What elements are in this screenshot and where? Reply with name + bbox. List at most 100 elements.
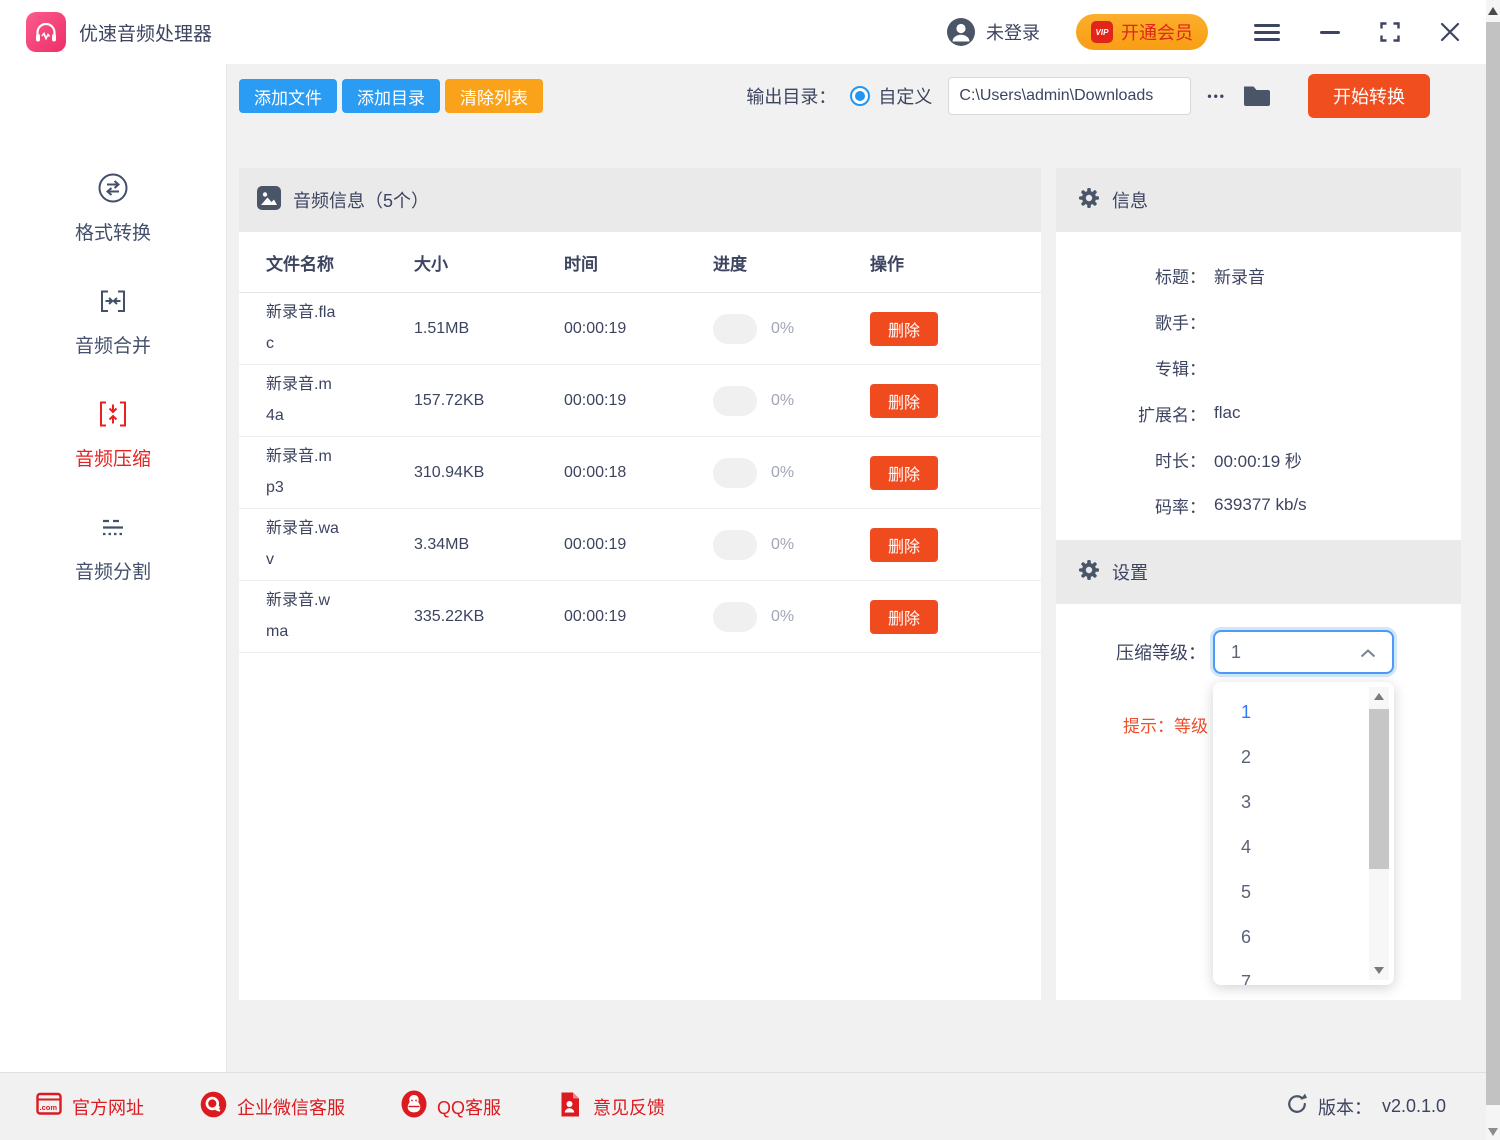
progress-percent: 0% [771, 608, 794, 626]
refresh-icon[interactable] [1286, 1093, 1308, 1120]
dropdown-option[interactable]: 3 [1213, 780, 1394, 825]
output-path-input[interactable] [948, 77, 1191, 115]
browse-more-button[interactable]: ••• [1201, 88, 1232, 104]
open-folder-icon[interactable] [1242, 82, 1272, 111]
file-size: 157.72KB [414, 392, 564, 410]
chevron-up-icon [1360, 642, 1376, 663]
scroll-down-icon[interactable] [1488, 1128, 1498, 1136]
delete-button[interactable]: 删除 [870, 600, 938, 634]
title-bar: 优速音频处理器 未登录 VIP 开通会员 [0, 0, 1486, 64]
gear-icon [1078, 187, 1100, 214]
clear-list-button[interactable]: 清除列表 [445, 79, 543, 113]
right-panel: 信息 标题：新录音 歌手： 专辑： 扩展名：flac 时长：00:00:19 秒… [1056, 168, 1461, 1000]
file-name: 新录音.wma [266, 586, 340, 647]
delete-button[interactable]: 删除 [870, 528, 938, 562]
sidebar-item-format-convert[interactable]: 格式转换 [69, 170, 157, 246]
progress-percent: 0% [771, 392, 794, 410]
field-label: 歌手： [1056, 309, 1206, 334]
minimize-button[interactable] [1320, 31, 1340, 34]
field-label: 时长： [1056, 447, 1206, 472]
sidebar-item-label: 音频压缩 [75, 444, 151, 471]
sidebar: 格式转换 音频合并 [0, 64, 227, 1072]
progress-bar [713, 530, 757, 560]
audio-info-panel: 音频信息（5个） 文件名称 大小 时间 进度 操作 新录音.flac 1.51M… [239, 168, 1041, 1000]
panel-title: 音频信息（5个） [293, 187, 429, 213]
file-time: 00:00:19 [564, 536, 713, 554]
login-status[interactable]: 未登录 [986, 19, 1040, 45]
sidebar-item-audio-split[interactable]: 音频分割 [69, 509, 157, 585]
user-avatar-icon[interactable] [946, 17, 976, 47]
progress-bar [713, 458, 757, 488]
dropdown-option[interactable]: 2 [1213, 735, 1394, 780]
delete-button[interactable]: 删除 [870, 312, 938, 346]
app-logo-headphone-icon [26, 12, 66, 52]
wechat-icon [200, 1091, 227, 1123]
dropdown-option[interactable]: 4 [1213, 825, 1394, 870]
svg-text:.com: .com [40, 1103, 58, 1112]
footer-link-label: 企业微信客服 [237, 1094, 345, 1120]
field-value: 新录音 [1214, 263, 1265, 288]
col-time: 时间 [564, 250, 713, 275]
window-scrollbar[interactable] [1486, 0, 1500, 1140]
scrollbar-thumb[interactable] [1486, 22, 1500, 1105]
dropdown-option[interactable]: 5 [1213, 870, 1394, 915]
vip-icon: VIP [1091, 21, 1113, 43]
dropdown-option[interactable]: 1 [1213, 690, 1394, 735]
field-value: flac [1214, 403, 1240, 423]
table-header: 文件名称 大小 时间 进度 操作 [239, 232, 1041, 293]
version-label: 版本： [1318, 1094, 1372, 1120]
settings-panel-header: 设置 [1056, 540, 1461, 604]
audio-compress-icon [96, 397, 130, 434]
feedback-link[interactable]: 意见反馈 [551, 1090, 671, 1124]
field-label: 专辑： [1056, 355, 1206, 380]
qq-icon [401, 1090, 427, 1123]
footer-link-label: QQ客服 [437, 1094, 501, 1120]
vip-label: 开通会员 [1121, 19, 1193, 45]
dropdown-option[interactable]: 7 [1213, 960, 1394, 985]
close-button[interactable] [1440, 22, 1460, 42]
official-site-link[interactable]: .com 官方网址 [30, 1090, 150, 1123]
maximize-button[interactable] [1380, 22, 1400, 42]
audio-info-icon [257, 186, 281, 215]
version-value: v2.0.1.0 [1382, 1096, 1446, 1117]
menu-icon[interactable] [1254, 24, 1280, 41]
add-directory-button[interactable]: 添加目录 [342, 79, 440, 113]
delete-button[interactable]: 删除 [870, 456, 938, 490]
scroll-up-icon[interactable] [1488, 7, 1498, 15]
dropdown-scrollbar-thumb[interactable] [1369, 709, 1389, 869]
info-panel-header: 信息 [1056, 168, 1461, 232]
selected-level-value: 1 [1231, 642, 1241, 663]
scroll-up-icon[interactable] [1374, 693, 1384, 700]
file-size: 3.34MB [414, 536, 564, 554]
sidebar-item-audio-compress[interactable]: 音频压缩 [69, 396, 157, 472]
sidebar-item-label: 音频合并 [75, 331, 151, 358]
info-fields: 标题：新录音 歌手： 专辑： 扩展名：flac 时长：00:00:19 秒 码率… [1056, 252, 1461, 528]
output-dir-label: 输出目录： [746, 83, 836, 109]
file-size: 1.51MB [414, 320, 564, 338]
table-row: 新录音.flac 1.51MB 00:00:19 0% 删除 [239, 293, 1041, 365]
dropdown-option[interactable]: 6 [1213, 915, 1394, 960]
progress-percent: 0% [771, 536, 794, 554]
sidebar-item-audio-merge[interactable]: 音频合并 [69, 283, 157, 359]
custom-dir-radio[interactable] [850, 86, 870, 106]
file-name: 新录音.wav [266, 514, 340, 575]
progress-bar [713, 602, 757, 632]
open-vip-button[interactable]: VIP 开通会员 [1076, 14, 1208, 50]
gear-icon [1078, 559, 1100, 586]
file-time: 00:00:19 [564, 608, 713, 626]
add-file-button[interactable]: 添加文件 [239, 79, 337, 113]
col-action: 操作 [870, 250, 1041, 275]
wechat-support-link[interactable]: 企业微信客服 [194, 1090, 351, 1124]
dotcom-icon: .com [36, 1091, 62, 1122]
footer-bar: .com 官方网址 企业微信客服 [0, 1072, 1486, 1140]
settings-panel-title: 设置 [1112, 559, 1148, 585]
footer-link-label: 官方网址 [72, 1094, 144, 1120]
scroll-down-icon[interactable] [1374, 967, 1384, 974]
compression-level-select[interactable]: 1 [1213, 630, 1394, 674]
delete-button[interactable]: 删除 [870, 384, 938, 418]
version-info: 版本： v2.0.1.0 [1286, 1093, 1446, 1120]
qq-support-link[interactable]: QQ客服 [395, 1089, 507, 1124]
start-convert-button[interactable]: 开始转换 [1308, 74, 1430, 118]
dropdown-scrollbar[interactable] [1369, 687, 1389, 980]
audio-split-icon [96, 510, 130, 547]
